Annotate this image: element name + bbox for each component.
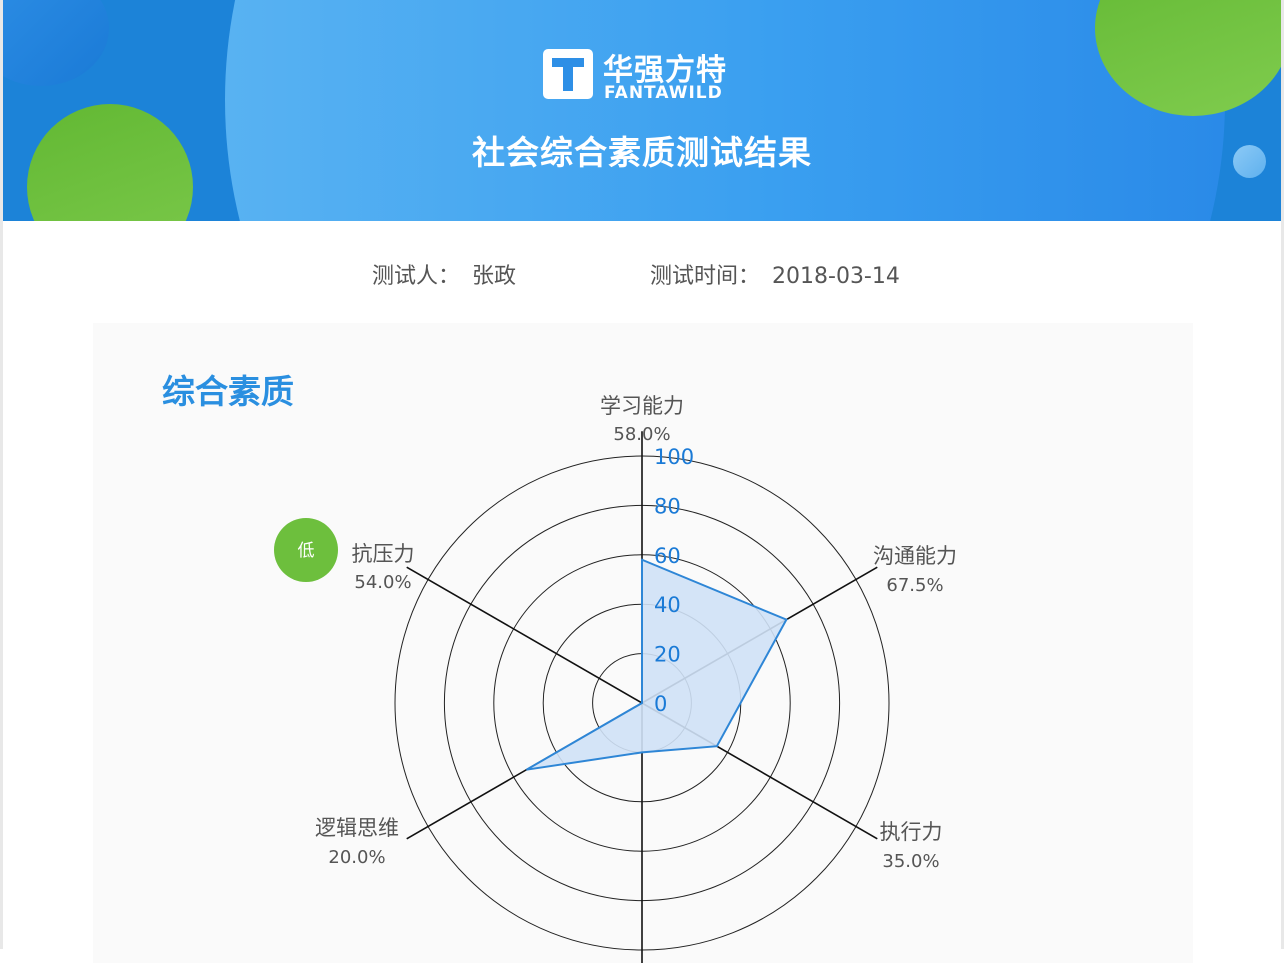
tester-info: 测试人： 张政 — [372, 258, 516, 290]
radar-tick-label-40: 40 — [654, 593, 681, 617]
radar-tick-label-60: 60 — [654, 544, 681, 568]
radar-value-label: 35.0% — [882, 851, 939, 872]
header-banner — [3, 0, 1281, 221]
radar-category-label: 学习能力 — [600, 394, 684, 418]
fantawild-logo-icon — [543, 49, 593, 99]
banner-decor-circle — [225, 0, 1225, 221]
low-badge-label: 低 — [298, 541, 315, 561]
radar-category-label: 沟通能力 — [873, 544, 957, 568]
test-time-value: 2018-03-14 — [772, 264, 900, 289]
radar-chart: 0 20 40 60 80 100 学习能力 58.0% 沟通能力 67.5% 执行力 35.0% 逻辑… — [274, 394, 957, 963]
tester-label: 测试人： — [372, 264, 461, 289]
banner-decor-circle-top-left — [3, 0, 109, 86]
radar-category-label: 逻辑思维 — [315, 816, 399, 840]
result-card: 综合素质 0 20 40 60 80 100 学习能力 58.0% 沟通能力 67.5% 执行力 35… — [93, 323, 1193, 963]
tester-name: 张政 — [472, 264, 517, 289]
radar-axis-5 — [406, 566, 643, 704]
radar-tick-label-20: 20 — [654, 643, 681, 667]
radar-tick-label-100: 100 — [654, 445, 694, 469]
radar-value-label: 20.0% — [328, 847, 385, 868]
test-time-label: 测试时间： — [650, 264, 761, 289]
radar-category-label: 执行力 — [880, 820, 943, 844]
radar-tick-label-0: 0 — [654, 692, 667, 716]
brand-logo: 华强方特 FANTAWILD — [543, 49, 753, 105]
radar-category-label: 抗压力 — [352, 542, 415, 566]
radar-value-label: 58.0% — [613, 424, 670, 445]
radar-value-label: 67.5% — [886, 575, 943, 596]
test-time-info: 测试时间： 2018-03-14 — [650, 258, 900, 290]
page-title: 社会综合素质测试结果 — [472, 133, 812, 172]
radar-value-label: 54.0% — [354, 572, 411, 593]
radar-tick-label-80: 80 — [654, 494, 681, 518]
brand-name-en: FANTAWILD — [604, 83, 723, 103]
